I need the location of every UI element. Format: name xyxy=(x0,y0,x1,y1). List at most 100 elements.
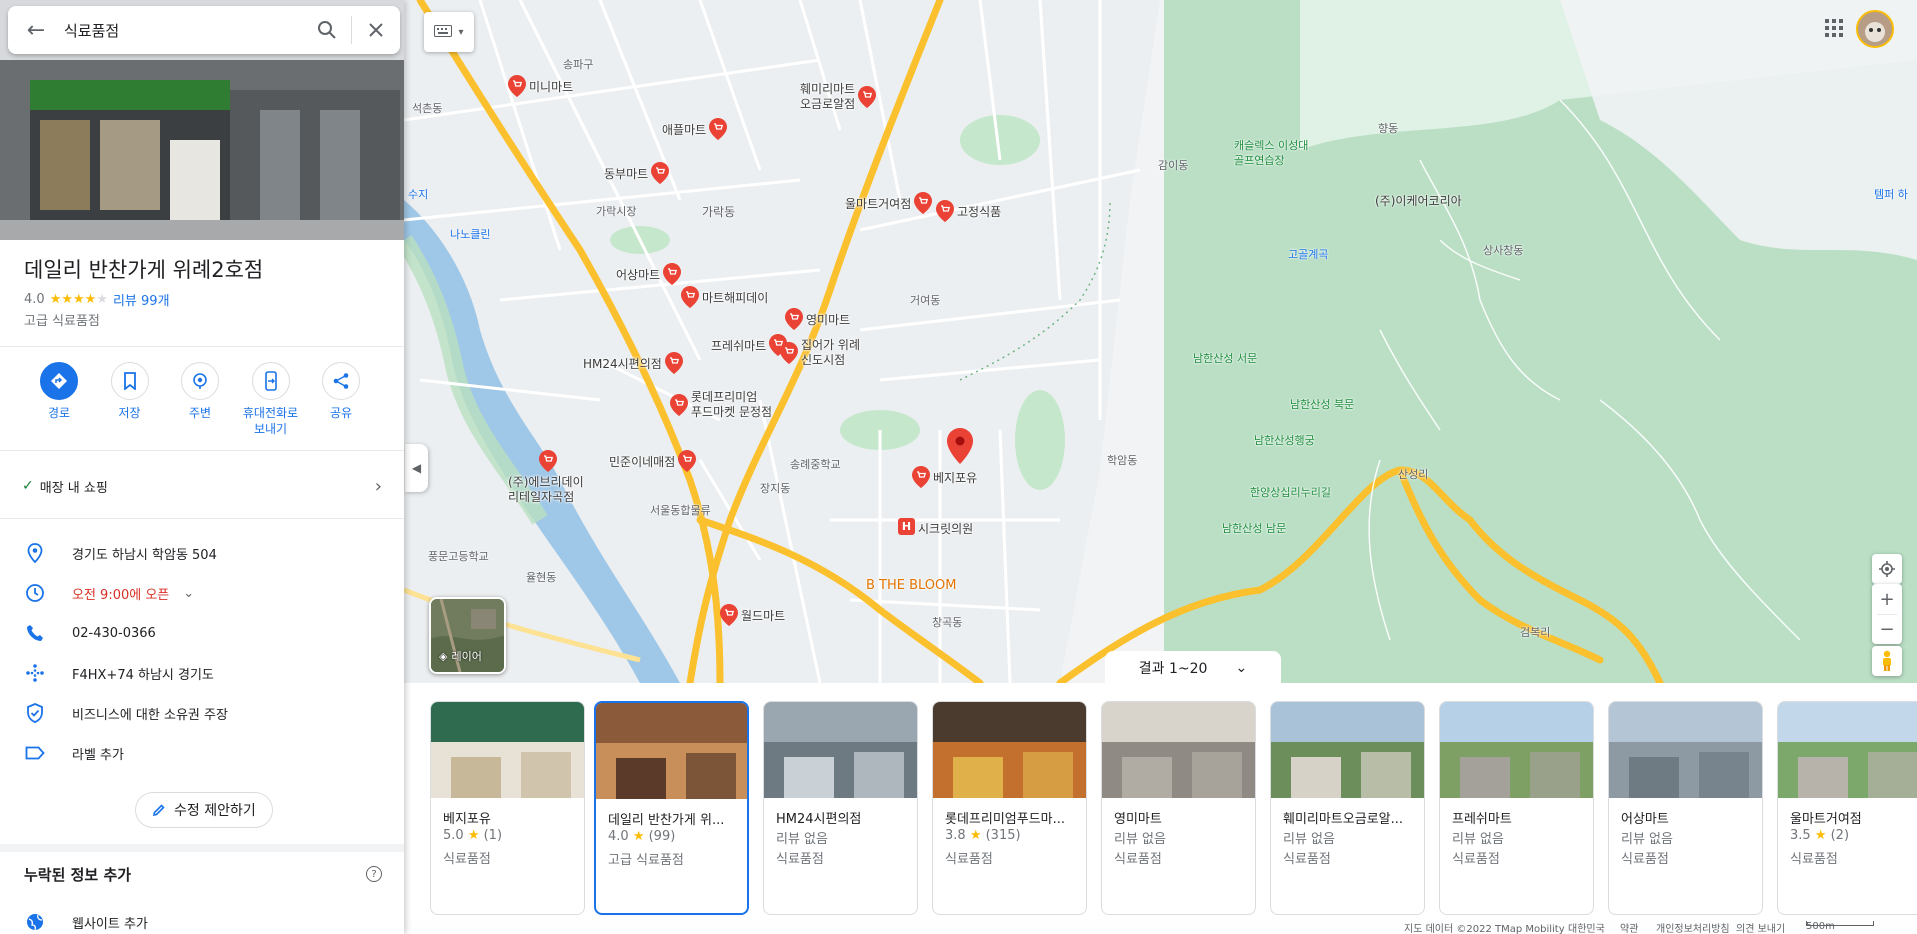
country-link[interactable]: 대한민국 xyxy=(1568,920,1605,934)
chevron-down-icon[interactable]: ⌄ xyxy=(183,586,194,601)
clear-search-button[interactable] xyxy=(352,6,400,54)
result-name: HM24시편의점 xyxy=(776,812,862,827)
add-label-row[interactable]: 라벨 추가 xyxy=(0,733,404,773)
map-data-attribution: 지도 데이터 ©2022 TMap Mobility xyxy=(1404,924,1565,934)
claim-business-row[interactable]: 비즈니스에 대한 소유권 주장 xyxy=(0,693,404,733)
map-label: 송파구 xyxy=(563,58,594,71)
layers-button[interactable]: ◈ 레이어 xyxy=(429,597,506,674)
review-count: (315) xyxy=(985,828,1021,843)
map-poi-marker[interactable]: 월드마트 xyxy=(720,604,785,626)
result-card[interactable]: 훼미리마트오금로알... 리뷰 없음 식료품점 xyxy=(1270,701,1425,915)
map-poi-marker[interactable]: 어상마트 xyxy=(616,263,682,285)
feedback-link[interactable]: 의견 보내기 xyxy=(1736,920,1785,934)
pegman-icon xyxy=(1883,650,1891,671)
cart-pin-icon xyxy=(720,604,738,626)
location-pin-icon xyxy=(27,543,43,563)
poi-label: 어상마트 xyxy=(616,267,661,282)
reviews-link[interactable]: 리뷰 99개 xyxy=(113,290,170,309)
hospital-icon[interactable]: H xyxy=(898,518,915,535)
divider xyxy=(0,346,404,347)
search-box: ← xyxy=(8,6,400,54)
result-card[interactable]: 영미마트 리뷰 없음 식료품점 xyxy=(1101,701,1256,915)
map-poi-marker[interactable]: 베지포유 xyxy=(912,466,977,488)
result-rating: 5.0 ★ (1) xyxy=(443,828,502,843)
back-button[interactable]: ← xyxy=(8,6,64,54)
directions-button[interactable]: 경로 xyxy=(24,362,94,437)
place-category[interactable]: 고급 식료품점 xyxy=(24,310,100,329)
result-card[interactable]: 어상마트 리뷰 없음 식료품점 xyxy=(1608,701,1763,915)
account-avatar[interactable] xyxy=(1856,10,1894,48)
nearby-button[interactable]: 주변 xyxy=(165,362,235,437)
map-poi-marker[interactable]: 민준이네매점 xyxy=(609,450,697,472)
divider xyxy=(0,450,404,451)
result-rating: 리뷰 없음 xyxy=(1283,828,1335,847)
zoom-out-button[interactable]: − xyxy=(1879,615,1894,644)
map-poi-marker[interactable]: 마트해피데이 xyxy=(681,286,768,308)
street-view-pegman[interactable] xyxy=(1872,646,1902,676)
map-label: 고골계곡 xyxy=(1288,248,1329,261)
map-poi-marker[interactable]: 애플마트 xyxy=(662,118,728,140)
map-label: 수지 xyxy=(408,188,429,201)
map-poi-marker[interactable]: 미니마트 xyxy=(508,75,573,97)
map-poi-marker[interactable]: HM24시편의점 xyxy=(583,352,683,374)
selected-place-marker[interactable] xyxy=(947,428,973,464)
map-poi-marker[interactable]: 롯데프리미엄 푸드마켓 문정점 xyxy=(670,390,772,420)
action-label: 주변 xyxy=(188,406,212,420)
phone-row[interactable]: 02-430-0366 xyxy=(0,613,404,653)
collapse-panel-button[interactable]: ◀ xyxy=(405,444,428,492)
result-card[interactable]: HM24시편의점 리뷰 없음 식료품점 xyxy=(763,701,918,915)
label-text: 라벨 추가 xyxy=(72,747,124,763)
place-title: 데일리 반찬가게 위례2호점 xyxy=(24,258,264,282)
my-location-button[interactable] xyxy=(1872,554,1902,584)
help-icon[interactable]: ? xyxy=(366,866,382,882)
map-poi-marker[interactable]: 집어가 위례 신도시점 xyxy=(780,338,860,368)
label-icon xyxy=(25,746,45,760)
search-input[interactable] xyxy=(64,21,303,39)
clock-icon xyxy=(26,584,44,602)
poi-label: 마트해피데이 xyxy=(702,290,769,305)
privacy-link[interactable]: 개인정보처리방침 xyxy=(1656,920,1730,934)
hours-row[interactable]: 오전 9:00에 오픈 ⌄ xyxy=(0,573,404,613)
result-name: 영미마트 xyxy=(1114,812,1162,827)
result-card[interactable]: 울마트거여점 3.5 ★ (2) 식료품점 xyxy=(1777,701,1917,915)
map-poi-marker[interactable]: 울마트거여점 xyxy=(845,192,933,214)
share-button[interactable]: 공유 xyxy=(306,362,376,437)
result-card[interactable]: 베지포유 5.0 ★ (1) 식료품점 xyxy=(430,701,585,915)
result-card[interactable]: 프레쉬마트 리뷰 없음 식료품점 xyxy=(1439,701,1594,915)
search-button[interactable] xyxy=(303,6,351,54)
map-poi-marker[interactable]: 고정식품 xyxy=(936,200,1001,222)
add-website-row[interactable]: 웹사이트 추가 xyxy=(0,904,404,934)
input-tools-button[interactable]: ▾ xyxy=(424,12,474,52)
send-to-phone-button[interactable]: 휴대전화로 보내기 xyxy=(236,362,306,437)
map-poi-marker[interactable]: (주)에브리데이 리테일자곡점 xyxy=(508,450,584,505)
map-poi-marker[interactable]: 동부마트 xyxy=(604,162,670,184)
double-chevron-down-icon: ⌄ xyxy=(1235,660,1248,676)
map-label: (주)이케어코리아 xyxy=(1375,194,1462,208)
result-photo xyxy=(431,702,584,798)
map-label: 남한산성 북문 xyxy=(1290,398,1355,411)
result-card[interactable]: 데일리 반찬가게 위... 4.0 ★ (99) 고급 식료품점 xyxy=(594,701,749,915)
plus-code-row[interactable]: F4HX+74 하남시 경기도 xyxy=(0,653,404,693)
map-poi-marker[interactable]: 훼미리마트 오금로알점 xyxy=(800,82,877,112)
address-row[interactable]: 경기도 하남시 학암동 504 xyxy=(0,533,404,573)
result-card[interactable]: 롯데프리미엄푸드마... 3.8 ★ (315) 식료품점 xyxy=(932,701,1087,915)
in-store-shopping-row[interactable]: ✓ 매장 내 쇼핑 › xyxy=(0,462,404,510)
map-label: 시크릿의원 xyxy=(918,522,974,536)
chevron-left-icon: ◀ xyxy=(411,461,422,475)
result-photo xyxy=(1102,702,1255,798)
zoom-in-button[interactable]: + xyxy=(1879,584,1894,614)
poi-label: 훼미리마트 오금로알점 xyxy=(800,82,856,111)
terms-link[interactable]: 약관 xyxy=(1620,920,1638,934)
map-label: 창곡동 xyxy=(932,616,963,629)
address-text: 경기도 하남시 학암동 504 xyxy=(72,547,217,563)
map-poi-marker[interactable]: 프레쉬마트 xyxy=(711,334,788,356)
result-category: 식료품점 xyxy=(443,852,491,867)
map-label: 서울동합물류 xyxy=(650,504,711,517)
suggest-edit-button[interactable]: 수정 제안하기 xyxy=(135,792,273,828)
google-apps-icon[interactable] xyxy=(1822,16,1846,40)
save-button[interactable]: 저장 xyxy=(95,362,165,437)
result-rating: 리뷰 없음 xyxy=(1452,828,1504,847)
map-poi-marker[interactable]: 영미마트 xyxy=(785,308,850,330)
poi-label: 롯데프리미엄 푸드마켓 문정점 xyxy=(691,390,773,419)
results-toggle[interactable]: 결과 1~20 ⌄ xyxy=(1105,651,1281,685)
